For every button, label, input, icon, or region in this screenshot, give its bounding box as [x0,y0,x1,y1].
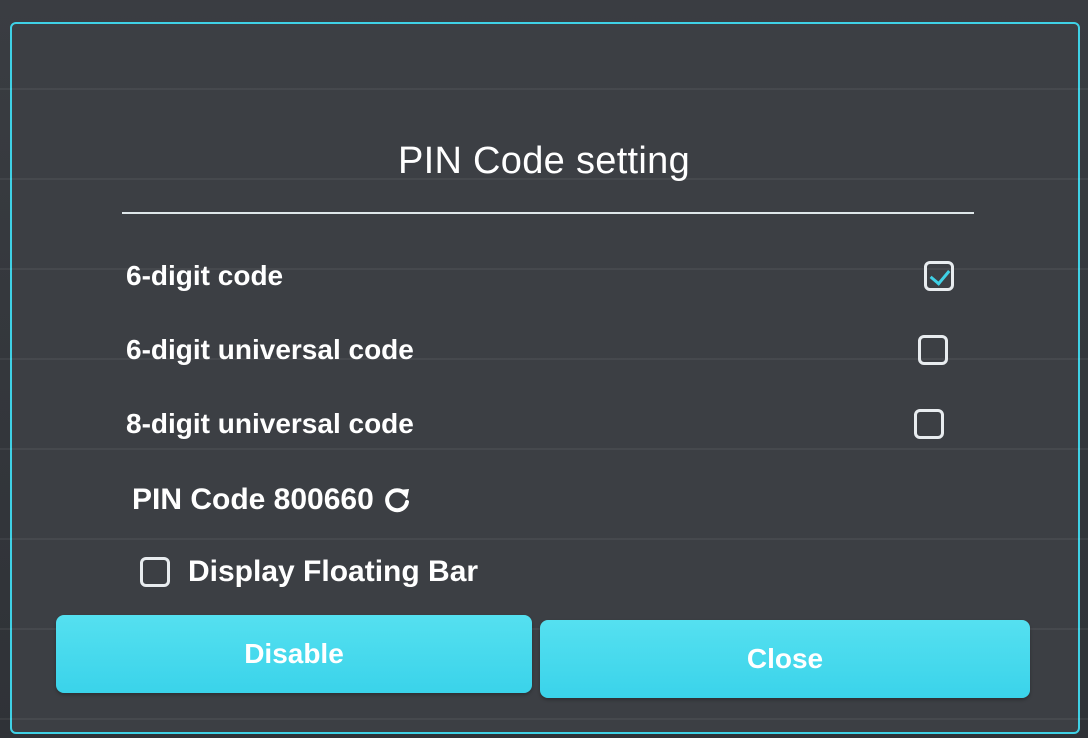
display-floating-bar-row[interactable]: Display Floating Bar [140,552,478,592]
close-button[interactable]: Close [540,620,1030,698]
display-floating-bar-label: Display Floating Bar [188,555,479,588]
option-6-digit-universal-code[interactable]: 6-digit universal code [126,330,956,370]
dialog-title: PIN Code setting [397,140,691,182]
screen: PIN Code setting 6-digit code 6-digit un… [0,0,1088,738]
option-8-digit-universal-code-checkbox[interactable] [914,409,944,439]
option-6-digit-universal-code-checkbox[interactable] [918,335,948,365]
option-8-digit-universal-code[interactable]: 8-digit universal code [126,404,956,444]
option-label: 8-digit universal code [126,408,414,439]
pin-code-text: PIN Code 800660 [132,483,374,516]
option-6-digit-code-checkbox[interactable] [924,261,954,291]
option-label: 6-digit universal code [126,334,414,365]
option-label: 6-digit code [126,260,284,291]
refresh-icon[interactable] [382,485,412,515]
title-divider [122,212,974,214]
pin-code-row: PIN Code 800660 [132,480,412,520]
disable-button[interactable]: Disable [56,615,532,693]
display-floating-bar-checkbox[interactable] [140,557,170,587]
option-6-digit-code[interactable]: 6-digit code [126,256,956,296]
